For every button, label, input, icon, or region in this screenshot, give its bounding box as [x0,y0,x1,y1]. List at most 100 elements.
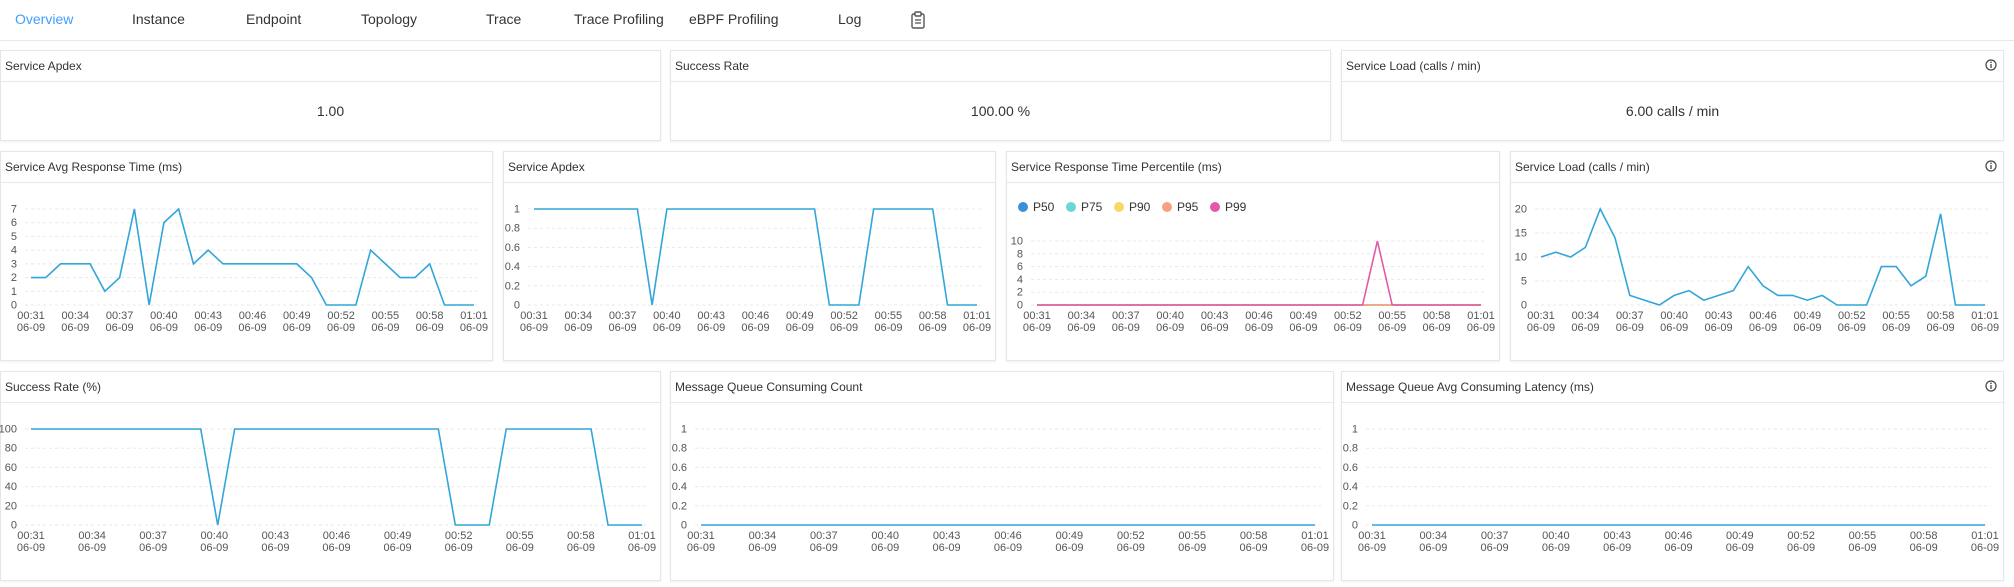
legend-item[interactable]: P90 [1114,200,1151,214]
x-tick-time: 00:34 [78,530,106,542]
x-tick-time: 00:31 [17,530,45,542]
chart-title: Service Avg Response Time (ms) [1,152,492,183]
x-tick-time: 00:55 [1849,530,1877,542]
x-tick-date: 06-09 [1664,542,1692,554]
y-tick-label: 0 [11,520,17,532]
y-tick-label: 0 [514,300,520,312]
x-tick-time: 00:49 [1056,530,1084,542]
x-tick-date: 06-09 [1481,542,1509,554]
tab-ebpf-profiling[interactable]: eBPF Profiling [689,11,778,27]
apdex-value: 1.00 [316,103,345,119]
x-tick-date: 06-09 [919,322,947,334]
x-tick-time: 00:34 [1068,310,1096,322]
x-tick-date: 06-09 [416,322,444,334]
info-icon[interactable] [1985,380,1997,392]
x-tick-date: 06-09 [445,542,473,554]
x-tick-time: 00:31 [1527,310,1555,322]
x-tick-time: 01:01 [1971,310,1999,322]
x-tick-time: 00:46 [1245,310,1273,322]
x-tick-date: 06-09 [1245,322,1273,334]
x-tick-time: 00:52 [830,310,858,322]
percentile-chart: P50 P75 P90 P95 P99024681000:3106-0900:3406-… [1011,200,1495,334]
y-tick-label: 80 [5,443,17,455]
service-load-value: 6.00 calls / min [1342,103,2003,119]
legend-item[interactable]: P75 [1066,200,1103,214]
x-tick-time: 00:34 [62,310,90,322]
x-tick-date: 06-09 [1289,322,1317,334]
tab-trace-profiling[interactable]: Trace Profiling [574,11,664,27]
series-line [534,208,977,306]
chart-title: Success Rate (%) [1,372,660,403]
x-tick-date: 06-09 [17,322,45,334]
y-tick-label: 1 [1352,424,1358,436]
x-tick-time: 00:40 [1156,310,1184,322]
x-tick-date: 06-09 [1616,322,1644,334]
x-tick-date: 06-09 [1749,322,1777,334]
x-tick-time: 00:46 [323,530,351,542]
x-tick-time: 00:55 [1378,310,1406,322]
info-icon[interactable] [1985,59,1997,71]
clipboard-icon[interactable] [910,11,926,29]
tab-topology[interactable]: Topology [361,11,417,27]
x-tick-time: 00:31 [520,310,548,322]
x-tick-time: 00:37 [1481,530,1509,542]
y-tick-label: 20 [1515,204,1527,216]
y-tick-label: 0.6 [505,242,520,254]
x-tick-date: 06-09 [786,322,814,334]
x-tick-time: 00:40 [1542,530,1570,542]
x-tick-date: 06-09 [1882,322,1910,334]
x-tick-time: 00:58 [1927,310,1955,322]
tab-log[interactable]: Log [838,11,861,27]
card-title: Service Load (calls / min) [1342,51,2003,82]
x-tick-time: 00:37 [106,310,134,322]
x-tick-time: 00:46 [239,310,267,322]
x-tick-time: 00:46 [994,530,1022,542]
tab-overview[interactable]: Overview [15,11,73,27]
x-tick-time: 00:52 [1334,310,1362,322]
x-tick-date: 06-09 [283,322,311,334]
x-tick-time: 00:34 [565,310,593,322]
x-tick-time: 00:58 [567,530,595,542]
y-tick-label: 4 [11,245,17,257]
panel-mq-latency: Message Queue Avg Consuming Latency (ms)… [1341,371,2004,581]
x-tick-time: 00:43 [1201,310,1229,322]
x-tick-date: 06-09 [371,322,399,334]
chart-title: Service Load (calls / min) [1511,152,2003,183]
y-tick-label: 5 [11,231,17,243]
legend-marker [1162,202,1172,212]
tab-endpoint[interactable]: Endpoint [246,11,301,27]
x-tick-date: 06-09 [1378,322,1406,334]
legend-label: P50 [1033,200,1055,214]
y-tick-label: 2 [11,272,17,284]
info-icon[interactable] [1985,160,1997,172]
y-tick-label: 0 [1352,520,1358,532]
legend-marker [1018,202,1028,212]
x-tick-time: 00:31 [687,530,715,542]
y-tick-label: 0.8 [505,223,520,235]
legend-item[interactable]: P50 [1018,200,1055,214]
value-unit: % [1017,103,1031,119]
legend-marker [1114,202,1124,212]
legend-item[interactable]: P99 [1210,200,1247,214]
panel-success-rate-chart: Success Rate (%) 0 20 40 60 80 100 00:31 06-09 0… [0,371,661,581]
legend-item[interactable]: P95 [1162,200,1199,214]
x-tick-date: 06-09 [460,322,488,334]
x-tick-time: 00:52 [1117,530,1145,542]
x-tick-time: 00:46 [742,310,770,322]
x-tick-date: 06-09 [628,542,656,554]
y-tick-label: 0.8 [672,443,687,455]
x-tick-date: 06-09 [609,322,637,334]
x-tick-date: 06-09 [1971,322,1999,334]
x-tick-date: 06-09 [139,542,167,554]
y-tick-label: 5 [1521,276,1527,288]
x-tick-date: 06-09 [1660,322,1688,334]
tab-instance[interactable]: Instance [132,11,185,27]
x-tick-date: 06-09 [200,542,228,554]
value-number: 100.00 [970,103,1014,119]
tab-trace[interactable]: Trace [486,11,521,27]
y-tick-label: 0 [11,300,17,312]
x-tick-time: 01:01 [1971,530,1999,542]
panel-apdex-chart: Service Apdex 0 0.2 0.4 0.6 0.8 1 00:31 06-09 00… [503,151,996,361]
y-tick-label: 1 [681,424,687,436]
y-tick-label: 60 [5,462,17,474]
